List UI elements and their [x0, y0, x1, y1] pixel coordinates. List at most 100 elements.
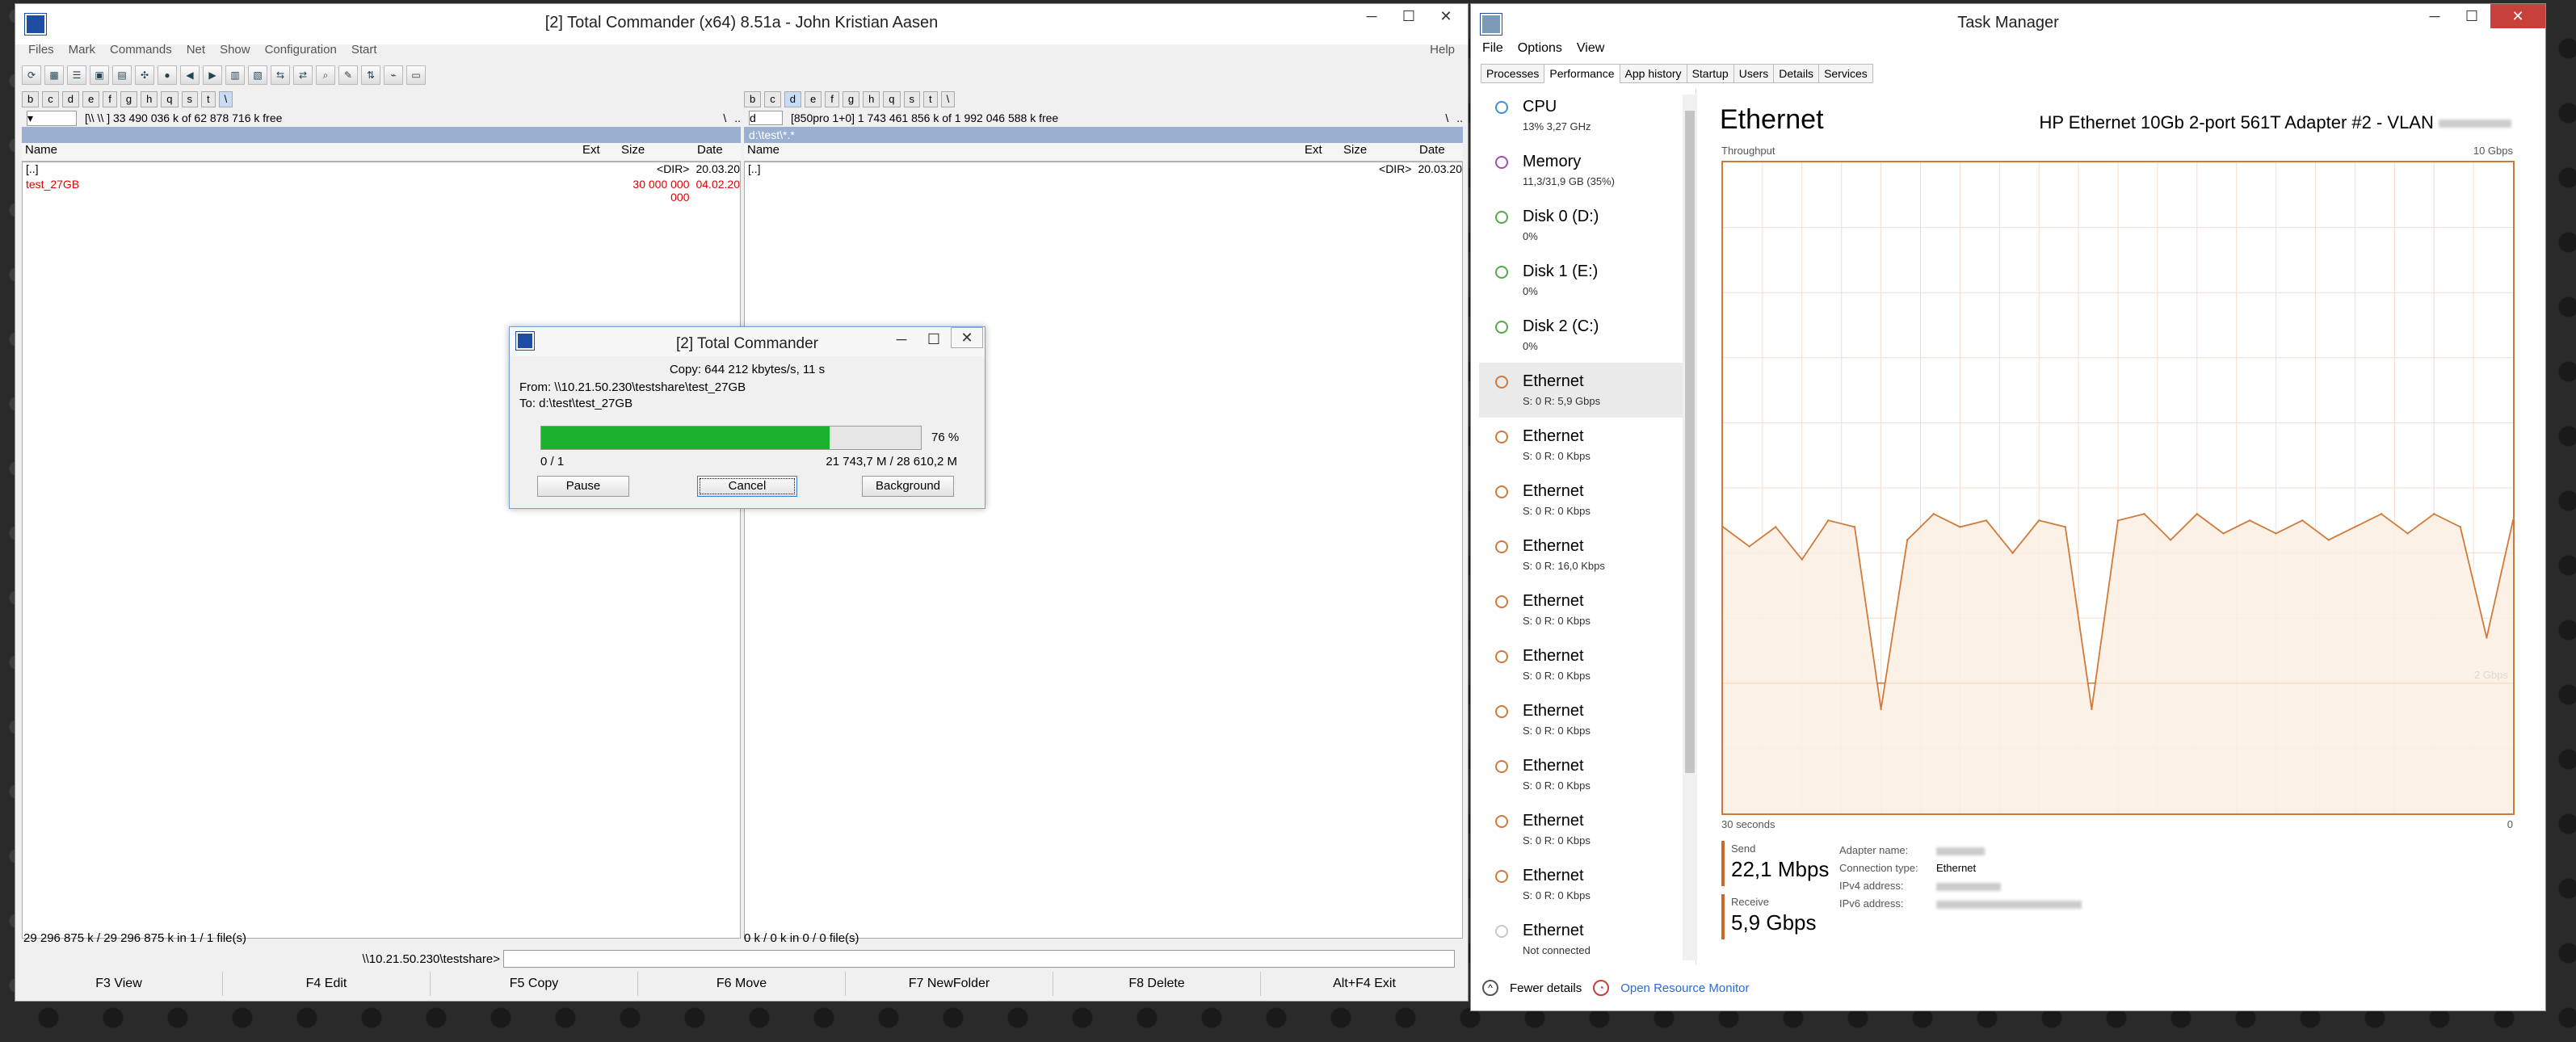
open-resource-monitor-link[interactable]: Open Resource Monitor [1620, 981, 1749, 995]
col-name[interactable]: Name [22, 143, 579, 161]
sidebar-item-ethernet[interactable]: Ethernet S: 0 R: 0 Kbps [1479, 473, 1696, 527]
invert-selection-icon[interactable]: ✣ [135, 65, 154, 85]
drive-button-c[interactable]: c [764, 91, 781, 107]
sidebar-scroll-thumb[interactable] [1685, 111, 1695, 773]
drive-button-f[interactable]: f [103, 91, 117, 107]
f6-move-button[interactable]: F6 Move [638, 972, 846, 996]
col-ext[interactable]: Ext [579, 143, 618, 161]
sidebar-item-ethernet[interactable]: Ethernet S: 0 R: 0 Kbps [1479, 637, 1696, 692]
drive-button-e[interactable]: e [804, 91, 822, 107]
drive-button-h[interactable]: h [141, 91, 158, 107]
f4-edit-button[interactable]: F4 Edit [223, 972, 431, 996]
sidebar-item-ethernet[interactable]: Ethernet S: 0 R: 0 Kbps [1479, 582, 1696, 637]
col-size[interactable]: Size [1340, 143, 1416, 161]
tab-performance[interactable]: Performance [1544, 64, 1620, 83]
sidebar-item-ethernet[interactable]: Ethernet S: 0 R: 0 Kbps [1479, 747, 1696, 802]
tree-view-icon[interactable]: ▣ [90, 65, 109, 85]
file-row[interactable]: test_27GB 30 000 000 000 04.02.20 [23, 178, 740, 204]
menu-start[interactable]: Start [351, 43, 377, 62]
fewer-details-link[interactable]: Fewer details [1510, 981, 1582, 995]
drive-button-root[interactable]: \ [940, 91, 956, 107]
tab-users[interactable]: Users [1733, 64, 1775, 83]
drive-button-b[interactable]: b [22, 91, 40, 107]
dialog-maximize-button[interactable]: ☐ [915, 327, 952, 351]
sync-icon[interactable]: ⇄ [293, 65, 313, 85]
drive-button-s[interactable]: s [181, 91, 199, 107]
file-row[interactable]: [..] <DIR> 20.03.20 [745, 162, 1462, 178]
drive-button-g[interactable]: g [842, 91, 860, 107]
sidebar-item-ethernet[interactable]: Ethernet S: 0 R: 0 Kbps [1479, 857, 1696, 912]
dialog-close-button[interactable]: ✕ [951, 327, 983, 348]
sidebar-item-disk-0-d[interactable]: Disk 0 (D:) 0% [1479, 198, 1696, 253]
menu-configuration[interactable]: Configuration [265, 43, 337, 62]
drive-button-e[interactable]: e [82, 91, 100, 107]
chevron-up-icon[interactable]: ^ [1482, 980, 1498, 996]
minimize-button[interactable]: ─ [1353, 4, 1390, 28]
refresh-icon[interactable]: ⟳ [22, 65, 41, 85]
f8-delete-button[interactable]: F8 Delete [1053, 972, 1261, 996]
left-root-button[interactable]: \ [723, 111, 726, 124]
unpack-files-icon[interactable]: ▧ [248, 65, 267, 85]
command-line-input[interactable] [503, 950, 1455, 968]
tm-maximize-button[interactable]: ☐ [2453, 4, 2490, 28]
tm-titlebar[interactable]: Task Manager ─ ☐ ✕ [1471, 4, 2545, 44]
drive-button-t[interactable]: t [201, 91, 216, 107]
menu-show[interactable]: Show [220, 43, 250, 62]
drive-button-d[interactable]: d [784, 91, 801, 107]
sidebar-scrollbar[interactable] [1683, 95, 1697, 960]
sidebar-item-disk-1-e[interactable]: Disk 1 (E:) 0% [1479, 253, 1696, 308]
sidebar-item-cpu[interactable]: CPU 13% 3,27 GHz [1479, 88, 1696, 143]
ftp-icon[interactable]: ⇅ [361, 65, 380, 85]
cancel-button[interactable]: Cancel [697, 476, 797, 497]
pack-icon[interactable]: ● [158, 65, 177, 85]
sidebar-item-ethernet[interactable]: Ethernet S: 0 R: 16,0 Kbps [1479, 527, 1696, 582]
notepad-icon[interactable]: ▭ [406, 65, 426, 85]
compare-icon[interactable]: ⇆ [271, 65, 290, 85]
col-date[interactable]: Date [694, 143, 741, 161]
tc-titlebar[interactable]: [2] Total Commander (x64) 8.51a - John K… [15, 4, 1468, 44]
dialog-titlebar[interactable]: [2] Total Commander ─ ☐ ✕ [510, 327, 985, 356]
thumbnail-view-icon[interactable]: ▤ [112, 65, 132, 85]
left-parent-button[interactable]: .. [734, 111, 741, 124]
tab-app-history[interactable]: App history [1619, 64, 1687, 83]
drive-button-q[interactable]: q [883, 91, 901, 107]
drive-button-root[interactable]: \ [218, 91, 233, 107]
close-button[interactable]: ✕ [1427, 4, 1464, 28]
menu-commands[interactable]: Commands [110, 43, 172, 62]
rename-icon[interactable]: ✎ [338, 65, 358, 85]
col-date[interactable]: Date [1416, 143, 1463, 161]
altf4-exit-button[interactable]: Alt+F4 Exit [1261, 972, 1468, 996]
right-current-path[interactable]: d:\test\*.* [744, 127, 1463, 143]
tm-menu-options[interactable]: Options [1518, 41, 1562, 56]
right-drive-combo[interactable]: d [749, 111, 783, 125]
drive-button-c[interactable]: c [42, 91, 59, 107]
drive-button-t[interactable]: t [923, 91, 938, 107]
tm-menu-view[interactable]: View [1577, 41, 1604, 56]
right-parent-button[interactable]: .. [1456, 111, 1463, 124]
sidebar-item-memory[interactable]: Memory 11,3/31,9 GB (35%) [1479, 143, 1696, 198]
drive-button-s[interactable]: s [903, 91, 921, 107]
col-ext[interactable]: Ext [1301, 143, 1340, 161]
pause-button[interactable]: Pause [537, 476, 629, 497]
sidebar-item-ethernet[interactable]: Ethernet S: 0 R: 5,9 Gbps [1479, 363, 1696, 418]
drive-button-d[interactable]: d [61, 91, 79, 107]
file-row[interactable]: [..] <DIR> 20.03.20 [23, 162, 740, 178]
tab-processes[interactable]: Processes [1481, 64, 1545, 83]
maximize-button[interactable]: ☐ [1390, 4, 1427, 28]
sidebar-item-disk-2-c[interactable]: Disk 2 (C:) 0% [1479, 308, 1696, 363]
right-file-list[interactable]: [..] <DIR> 20.03.20 [744, 162, 1463, 939]
tab-services[interactable]: Services [1818, 64, 1873, 83]
drive-button-h[interactable]: h [863, 91, 880, 107]
left-file-list[interactable]: [..] <DIR> 20.03.20 test_27GB 30 000 000… [22, 162, 741, 939]
right-root-button[interactable]: \ [1445, 111, 1448, 124]
f3-view-button[interactable]: F3 View [15, 972, 223, 996]
tm-menu-file[interactable]: File [1482, 41, 1503, 56]
url-icon[interactable]: ⌁ [384, 65, 403, 85]
pack-files-icon[interactable]: ▥ [225, 65, 245, 85]
drive-button-g[interactable]: g [120, 91, 138, 107]
tab-startup[interactable]: Startup [1686, 64, 1734, 83]
drive-button-b[interactable]: b [744, 91, 762, 107]
sidebar-item-ethernet[interactable]: Ethernet S: 0 R: 0 Kbps [1479, 802, 1696, 857]
tab-details[interactable]: Details [1773, 64, 1820, 83]
tm-close-button[interactable]: ✕ [2490, 4, 2545, 28]
